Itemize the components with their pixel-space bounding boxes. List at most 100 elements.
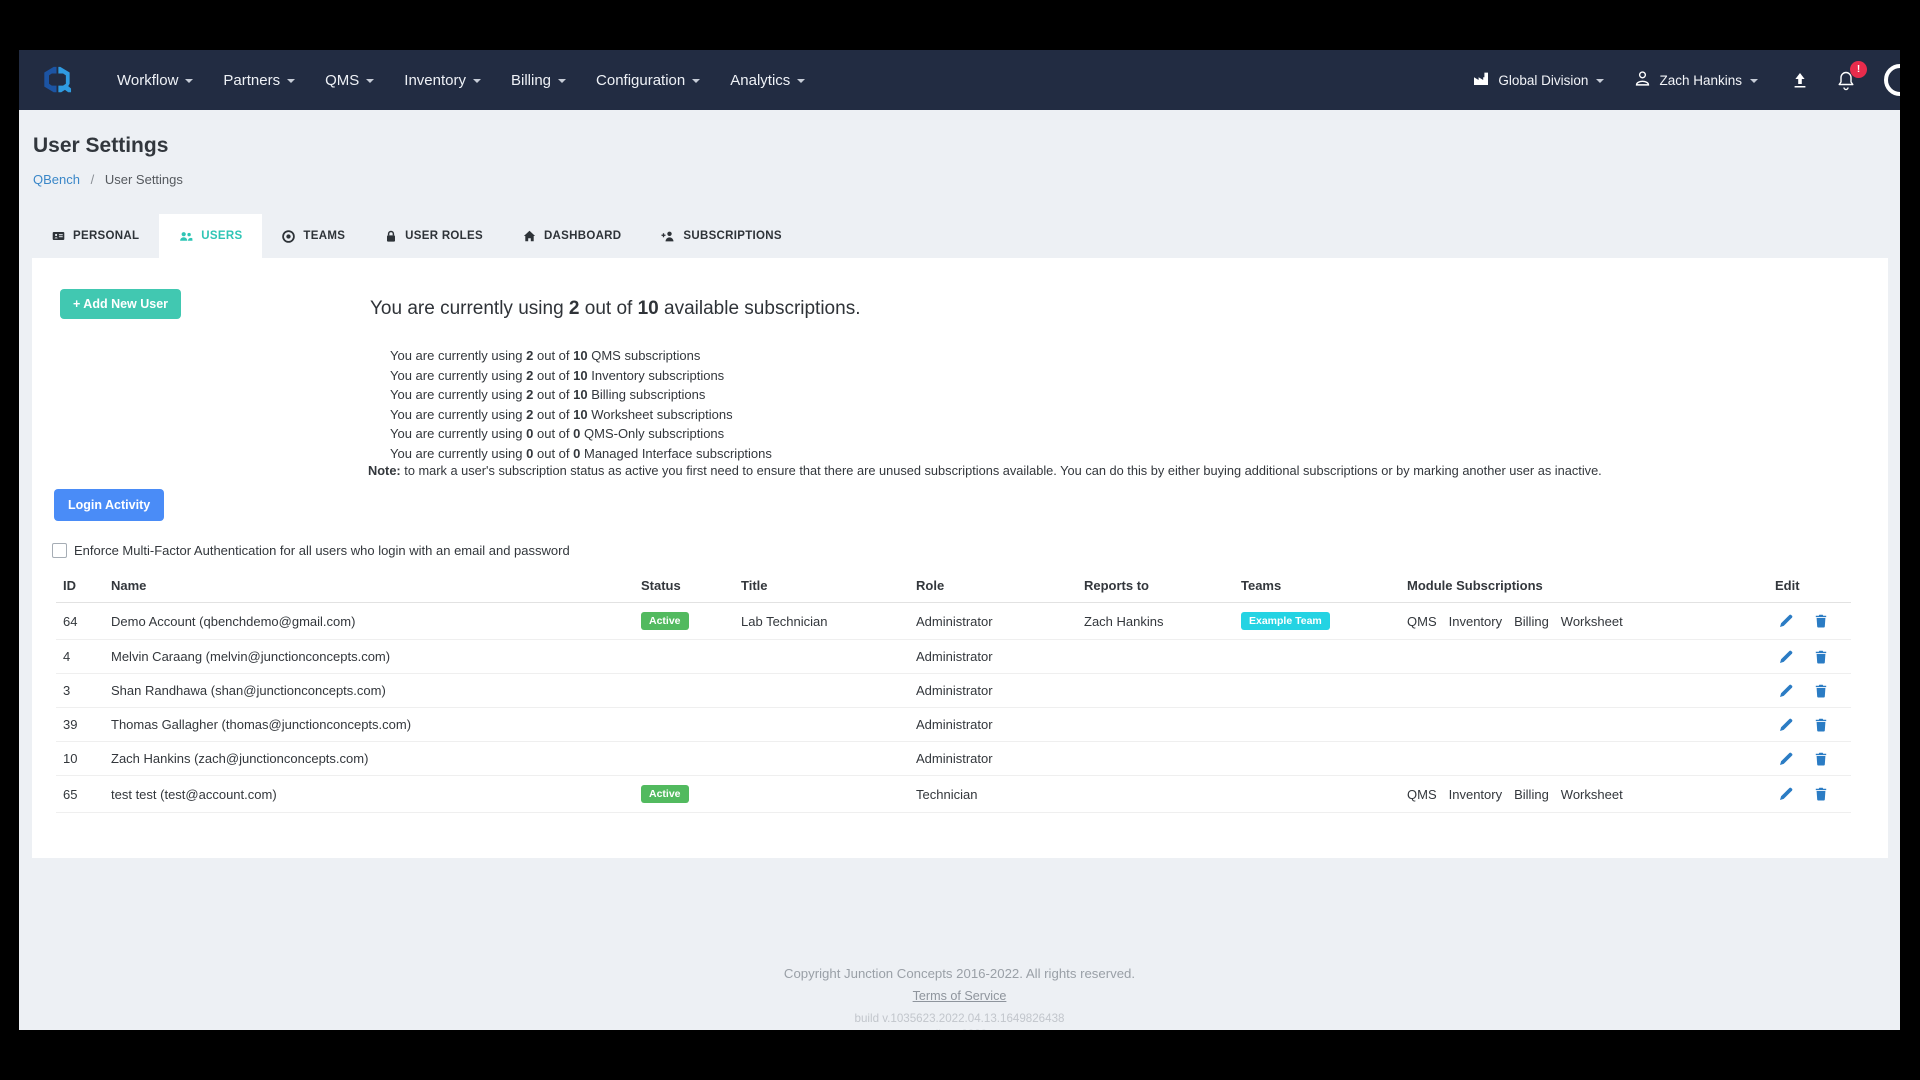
reports-to-cell [1077, 776, 1234, 813]
edit-user-icon[interactable] [1779, 650, 1793, 664]
delete-user-icon[interactable] [1815, 614, 1827, 628]
tab-label: PERSONAL [73, 230, 139, 242]
build-version-text: build v.1035623.2022.04.13.1649826438 [19, 1012, 1900, 1025]
nav-menu-item[interactable]: Configuration [596, 72, 700, 89]
notifications-bell-icon[interactable]: ! [1836, 70, 1856, 91]
main-menu: Workflow Partners QMS Inventory [117, 72, 805, 89]
subscription-type-label: Billing subscriptions [591, 387, 705, 402]
tab-label: TEAMS [303, 230, 345, 242]
module-subscription-tag: Billing [1514, 614, 1549, 629]
user-table-row: 39 Thomas Gallagher (thomas@junctionconc… [56, 708, 1851, 742]
total-count: 10 [573, 387, 587, 402]
dist-version-text: dist v.8888 [19, 1028, 1900, 1030]
factory-icon [1473, 71, 1490, 89]
id-card-icon [52, 230, 65, 242]
chevron-down-icon [692, 79, 700, 83]
help-circle-icon[interactable] [1884, 64, 1900, 96]
chevron-down-icon [558, 79, 566, 83]
module-subscription-tag: Worksheet [1561, 614, 1623, 629]
user-id-cell: 10 [56, 742, 104, 776]
tab-label: SUBSCRIPTIONS [683, 230, 781, 242]
settings-tab[interactable]: DASHBOARD [503, 214, 641, 258]
upload-icon[interactable] [1792, 72, 1808, 89]
nav-menu-item[interactable]: Workflow [117, 72, 193, 89]
nav-menu-item[interactable]: Partners [223, 72, 295, 89]
subscription-usage-line: You are currently using 2 out of 10 Bill… [390, 385, 772, 405]
used-count: 0 [526, 426, 533, 441]
team-badge: Example Team [1241, 612, 1330, 630]
login-activity-button[interactable]: Login Activity [54, 489, 164, 521]
qbench-logo-icon[interactable] [40, 65, 73, 95]
person-plus-icon [661, 230, 675, 242]
reports-to-cell: Zach Hankins [1077, 603, 1234, 640]
settings-tab[interactable]: USER ROLES [365, 214, 503, 258]
user-title-cell: Lab Technician [734, 603, 909, 640]
subscription-usage-line: You are currently using 2 out of 10 QMS … [390, 346, 772, 366]
user-menu[interactable]: Zach Hankins [1634, 70, 1758, 90]
edit-user-icon[interactable] [1779, 787, 1793, 801]
total-count: 10 [573, 407, 587, 422]
user-role-cell: Administrator [909, 640, 1077, 674]
app-window: Workflow Partners QMS Inventory [19, 50, 1900, 1030]
division-selector[interactable]: Global Division [1473, 71, 1604, 89]
user-name-label: Zach Hankins [1659, 73, 1742, 88]
breadcrumb: QBench / User Settings [33, 172, 183, 187]
edit-user-icon[interactable] [1779, 684, 1793, 698]
nav-menu-item[interactable]: QMS [325, 72, 374, 89]
used-count: 2 [526, 387, 533, 402]
breadcrumb-separator: / [91, 172, 95, 187]
nav-menu-item[interactable]: Inventory [404, 72, 481, 89]
delete-user-icon[interactable] [1815, 650, 1827, 664]
mfa-checkbox[interactable] [52, 543, 67, 558]
subscription-type-label: QMS-Only subscriptions [584, 426, 724, 441]
user-name-cell: Demo Account (qbenchdemo@gmail.com) [104, 603, 634, 640]
edit-user-icon[interactable] [1779, 718, 1793, 732]
edit-user-icon[interactable] [1779, 752, 1793, 766]
total-count: 10 [573, 368, 587, 383]
user-name-cell: test test (test@account.com) [104, 776, 634, 813]
chevron-down-icon [473, 79, 481, 83]
module-subscriptions-cell [1400, 742, 1768, 776]
lock-icon [385, 230, 397, 243]
module-subscription-tag: QMS [1407, 614, 1437, 629]
module-subscriptions-cell: QMSInventoryBillingWorksheet [1400, 603, 1768, 640]
user-title-cell [734, 708, 909, 742]
subscription-usage-line: You are currently using 2 out of 10 Inve… [390, 366, 772, 386]
module-subscription-tag: Inventory [1449, 787, 1502, 802]
breadcrumb-current: User Settings [105, 172, 183, 187]
person-icon [1634, 70, 1651, 90]
col-role: Role [909, 572, 1077, 603]
settings-tab[interactable]: SUBSCRIPTIONS [641, 214, 801, 258]
user-id-cell: 3 [56, 674, 104, 708]
col-module-subscriptions: Module Subscriptions [1400, 572, 1768, 603]
module-subscriptions-cell [1400, 674, 1768, 708]
settings-tab[interactable]: TEAMS [262, 214, 365, 258]
heading-text: out of [580, 298, 638, 319]
tab-label: USERS [201, 230, 242, 242]
edit-user-icon[interactable] [1779, 614, 1793, 628]
chevron-down-icon [185, 79, 193, 83]
subscription-usage-line: You are currently using 2 out of 10 Work… [390, 405, 772, 425]
chevron-down-icon [1596, 79, 1604, 83]
nav-menu-item[interactable]: Analytics [730, 72, 805, 89]
nav-menu-item[interactable]: Billing [511, 72, 566, 89]
heading-text: You are currently using [370, 298, 569, 319]
breadcrumb-home-link[interactable]: QBench [33, 172, 80, 187]
reports-to-cell [1077, 742, 1234, 776]
delete-user-icon[interactable] [1815, 684, 1827, 698]
settings-tab[interactable]: PERSONAL [32, 214, 159, 258]
terms-of-service-link[interactable]: Terms of Service [913, 989, 1007, 1003]
home-icon [523, 230, 536, 242]
delete-user-icon[interactable] [1815, 718, 1827, 732]
col-status: Status [634, 572, 734, 603]
subscriptions-heading: You are currently using 2 out of 10 avai… [370, 298, 860, 320]
user-id-cell: 4 [56, 640, 104, 674]
delete-user-icon[interactable] [1815, 752, 1827, 766]
add-new-user-button[interactable]: + Add New User [60, 289, 181, 319]
user-role-cell: Administrator [909, 742, 1077, 776]
reports-to-cell [1077, 674, 1234, 708]
settings-tab[interactable]: USERS [159, 214, 262, 258]
tab-label: DASHBOARD [544, 230, 621, 242]
total-count: 0 [573, 426, 580, 441]
delete-user-icon[interactable] [1815, 787, 1827, 801]
